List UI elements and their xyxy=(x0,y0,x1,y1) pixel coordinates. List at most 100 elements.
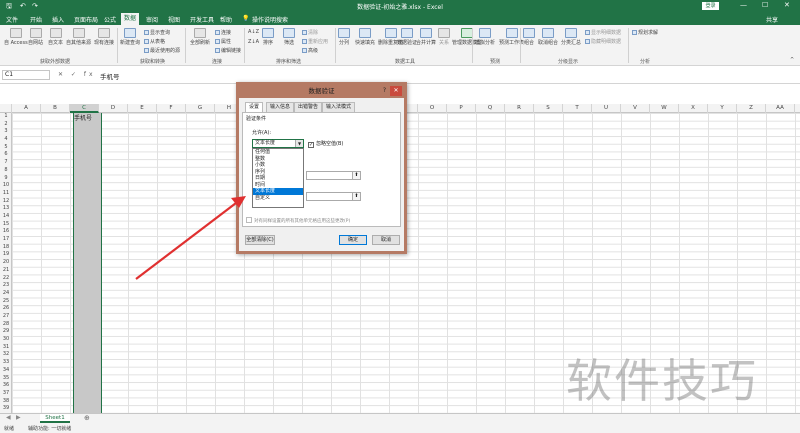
row-header-17[interactable]: 17 xyxy=(0,236,12,244)
text-to-columns-button[interactable]: 分列 xyxy=(338,28,350,46)
row-header-30[interactable]: 30 xyxy=(0,336,12,344)
hide-detail-button[interactable]: 隐藏明细数据 xyxy=(585,38,621,45)
column-header-c[interactable]: C xyxy=(70,104,99,113)
row-header-12[interactable]: 12 xyxy=(0,198,12,206)
sort-za-icon[interactable]: Z↓A xyxy=(248,39,259,45)
column-header-e[interactable]: E xyxy=(128,104,157,113)
row-header-24[interactable]: 24 xyxy=(0,290,12,298)
row-header-26[interactable]: 26 xyxy=(0,305,12,313)
row-header-13[interactable]: 13 xyxy=(0,205,12,213)
column-header-x[interactable]: X xyxy=(679,104,708,113)
tell-me-search[interactable]: 操作说明搜索 xyxy=(252,15,288,24)
column-header-f[interactable]: F xyxy=(157,104,186,113)
collapse-ribbon-icon[interactable]: ^ xyxy=(790,57,794,63)
row-header-18[interactable]: 18 xyxy=(0,244,12,252)
column-header-r[interactable]: R xyxy=(505,104,534,113)
sort-button[interactable]: 排序 xyxy=(262,28,274,46)
row-header-10[interactable]: 10 xyxy=(0,182,12,190)
select-all-corner[interactable] xyxy=(0,104,12,113)
row-header-9[interactable]: 9 xyxy=(0,175,12,183)
reapply-button[interactable]: 重新应用 xyxy=(302,38,328,45)
row-header-4[interactable]: 4 xyxy=(0,136,12,144)
share-button[interactable]: 共享 xyxy=(766,15,778,24)
column-header-w[interactable]: W xyxy=(650,104,679,113)
column-header-z[interactable]: Z xyxy=(737,104,766,113)
existing-connections-button[interactable]: 现有连接 xyxy=(94,28,114,46)
row-header-29[interactable]: 29 xyxy=(0,328,12,336)
row-header-36[interactable]: 36 xyxy=(0,382,12,390)
show-queries-button[interactable]: 显示查询 xyxy=(144,29,170,36)
row-header-27[interactable]: 27 xyxy=(0,313,12,321)
row-header-2[interactable]: 2 xyxy=(0,121,12,129)
sort-az-icon[interactable]: A↓Z xyxy=(248,29,259,35)
row-header-32[interactable]: 32 xyxy=(0,351,12,359)
column-header-d[interactable]: D xyxy=(99,104,128,113)
row-header-6[interactable]: 6 xyxy=(0,151,12,159)
recent-sources-button[interactable]: 最近使用的源 xyxy=(144,47,180,54)
row-header-38[interactable]: 38 xyxy=(0,398,12,406)
consolidate-button[interactable]: 合并计算 xyxy=(416,28,436,46)
chevron-down-icon[interactable]: ▼ xyxy=(295,140,303,147)
group-button[interactable]: 组合 xyxy=(523,28,535,46)
formula-input[interactable]: 手机号 xyxy=(100,71,120,81)
data-validation-button[interactable]: 数据验证 xyxy=(397,28,417,46)
column-header-a[interactable]: A xyxy=(12,104,41,113)
row-header-25[interactable]: 25 xyxy=(0,298,12,306)
column-header-p[interactable]: P xyxy=(447,104,476,113)
column-header-g[interactable]: G xyxy=(186,104,215,113)
what-if-button[interactable]: 模拟分析 xyxy=(475,28,495,46)
minimize-icon[interactable]: — xyxy=(740,1,747,9)
apply-all-checkbox[interactable]: 对有同样设置的所有其他单元格应用这些更改(P) xyxy=(246,217,350,224)
tab-help[interactable]: 帮助 xyxy=(220,15,232,24)
tab-page-layout[interactable]: 页面布局 xyxy=(74,15,98,24)
row-header-33[interactable]: 33 xyxy=(0,359,12,367)
max-value-input[interactable]: ⬆ xyxy=(306,192,361,201)
row-header-5[interactable]: 5 xyxy=(0,144,12,152)
option-custom[interactable]: 自定义 xyxy=(253,195,303,202)
tab-ime-mode[interactable]: 输入法模式 xyxy=(322,102,356,112)
row-header-39[interactable]: 39 xyxy=(0,405,12,413)
refresh-all-button[interactable]: 全部刷新 xyxy=(190,28,210,46)
row-header-31[interactable]: 31 xyxy=(0,344,12,352)
row-header-8[interactable]: 8 xyxy=(0,167,12,175)
tab-formulas[interactable]: 公式 xyxy=(104,15,116,24)
row-header-20[interactable]: 20 xyxy=(0,259,12,267)
ok-button[interactable]: 确定 xyxy=(339,235,367,245)
min-value-input[interactable]: ⬆ xyxy=(306,171,361,180)
range-picker-icon[interactable]: ⬆ xyxy=(352,172,360,179)
column-header-t[interactable]: T xyxy=(563,104,592,113)
ungroup-button[interactable]: 取消组合 xyxy=(538,28,558,46)
connections-button[interactable]: 连接 xyxy=(215,29,231,36)
row-header-28[interactable]: 28 xyxy=(0,321,12,329)
tab-developer[interactable]: 开发工具 xyxy=(190,15,214,24)
from-other-sources-button[interactable]: 自其他来源 xyxy=(66,28,91,46)
accessibility-status[interactable]: 辅助功能: 一切就绪 xyxy=(28,425,71,432)
from-text-button[interactable]: 自文本 xyxy=(48,28,63,46)
tab-home[interactable]: 开始 xyxy=(30,15,42,24)
relationships-button[interactable]: 关系 xyxy=(438,28,450,46)
row-header-35[interactable]: 35 xyxy=(0,375,12,383)
row-header-1[interactable]: 1 xyxy=(0,113,12,121)
range-picker-icon[interactable]: ⬆ xyxy=(352,193,360,200)
properties-button[interactable]: 属性 xyxy=(215,38,231,45)
column-header-o[interactable]: O xyxy=(418,104,447,113)
from-table-button[interactable]: 从表格 xyxy=(144,38,165,45)
tab-file[interactable]: 文件 xyxy=(6,15,18,24)
solver-button[interactable]: 规划求解 xyxy=(632,29,658,36)
row-header-21[interactable]: 21 xyxy=(0,267,12,275)
login-button[interactable]: 登录 xyxy=(702,2,719,10)
dialog-close-icon[interactable]: ✕ xyxy=(390,86,402,96)
clear-all-button[interactable]: 全部清除(C) xyxy=(245,235,275,245)
column-header-aa[interactable]: AA xyxy=(766,104,795,113)
row-header-16[interactable]: 16 xyxy=(0,228,12,236)
cancel-button[interactable]: 取消 xyxy=(372,235,400,245)
row-header-15[interactable]: 15 xyxy=(0,221,12,229)
advanced-filter-button[interactable]: 高级 xyxy=(302,47,318,54)
tab-insert[interactable]: 插入 xyxy=(52,15,64,24)
ignore-blank-checkbox[interactable]: ✓ 忽略空值(B) xyxy=(308,140,343,148)
maximize-icon[interactable]: ☐ xyxy=(762,1,768,9)
formula-icons[interactable]: ✕ ✓ fx xyxy=(58,71,96,78)
column-header-s[interactable]: S xyxy=(534,104,563,113)
from-web-button[interactable]: 自网站 xyxy=(28,28,43,46)
sheet-tab[interactable]: Sheet1 xyxy=(40,414,70,423)
